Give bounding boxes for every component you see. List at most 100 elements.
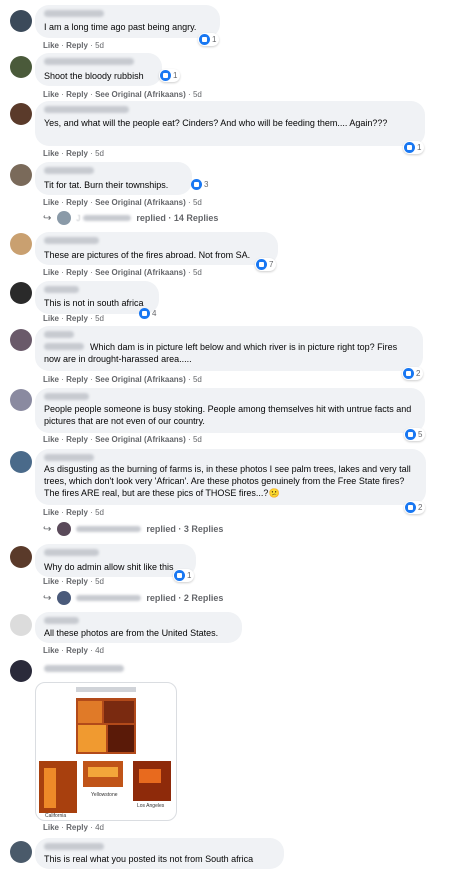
reply-link[interactable]: Reply: [66, 646, 88, 655]
avatar[interactable]: [10, 233, 32, 255]
avatar[interactable]: [10, 451, 32, 473]
reply-link[interactable]: Reply: [66, 314, 88, 323]
reaction-count[interactable]: 1: [198, 33, 220, 46]
replier-name: [83, 215, 132, 221]
collage-header: [76, 687, 136, 692]
timestamp[interactable]: 5d: [193, 90, 202, 99]
reply-link[interactable]: Reply: [66, 41, 88, 50]
comment-actions: Like · Reply · 5d: [43, 41, 104, 50]
like-link[interactable]: Like: [43, 577, 59, 586]
timestamp[interactable]: 5d: [193, 198, 202, 207]
commenter-name[interactable]: [44, 843, 104, 850]
timestamp[interactable]: 5d: [95, 314, 104, 323]
replies-count: replied · 2 Replies: [146, 593, 224, 603]
avatar[interactable]: [10, 10, 32, 32]
like-link[interactable]: Like: [43, 41, 59, 50]
timestamp[interactable]: 5d: [95, 577, 104, 586]
like-link[interactable]: Like: [43, 375, 59, 384]
like-link[interactable]: Like: [43, 435, 59, 444]
reaction-count[interactable]: 1: [173, 569, 195, 582]
like-link[interactable]: Like: [43, 314, 59, 323]
reply-arrow-icon: ↪: [43, 592, 52, 604]
reply-link[interactable]: Reply: [66, 375, 88, 384]
comment-text: I am a long time ago past being angry.: [44, 22, 197, 32]
like-link[interactable]: Like: [43, 149, 59, 158]
avatar[interactable]: [10, 546, 32, 568]
reaction-count[interactable]: 2: [404, 501, 426, 514]
avatar[interactable]: [10, 103, 32, 125]
like-link[interactable]: Like: [43, 508, 59, 517]
comment-bubble: I am a long time ago past being angry. 1: [35, 5, 220, 46]
commenter-name[interactable]: [44, 286, 79, 293]
commenter-name[interactable]: [44, 665, 124, 672]
commenter-name[interactable]: [44, 237, 99, 244]
reply-link[interactable]: Reply: [66, 435, 88, 444]
fire-photo-collage: [39, 687, 171, 813]
see-original-link[interactable]: See Original (Afrikaans): [95, 375, 186, 384]
like-link[interactable]: Like: [43, 198, 59, 207]
view-replies[interactable]: ↪ J replied · 14 Replies: [43, 211, 218, 225]
timestamp[interactable]: 5d: [95, 508, 104, 517]
like-link[interactable]: Like: [43, 823, 59, 832]
commenter-name[interactable]: [44, 106, 129, 113]
reply-link[interactable]: Reply: [66, 149, 88, 158]
like-link[interactable]: Like: [43, 90, 59, 99]
reply-link[interactable]: Reply: [66, 823, 88, 832]
commenter-name[interactable]: [44, 331, 74, 338]
avatar[interactable]: [10, 614, 32, 636]
comment-text: These are pictures of the fires abroad. …: [44, 250, 251, 260]
attached-image[interactable]: California Yellowstone Los Angeles: [35, 682, 177, 821]
view-replies[interactable]: ↪ replied · 3 Replies: [43, 522, 223, 536]
avatar[interactable]: [10, 56, 32, 78]
commenter-name[interactable]: [44, 454, 94, 461]
like-link[interactable]: Like: [43, 646, 59, 655]
commenter-name[interactable]: [44, 393, 89, 400]
reaction-count[interactable]: 3: [191, 179, 208, 190]
see-original-link[interactable]: See Original (Afrikaans): [95, 268, 186, 277]
avatar[interactable]: [10, 389, 32, 411]
commenter-name[interactable]: [44, 58, 134, 65]
commenter-name[interactable]: [44, 167, 94, 174]
timestamp[interactable]: 5d: [193, 435, 202, 444]
commenter-name[interactable]: [44, 10, 104, 17]
comment-text: Tit for tat. Burn their townships.: [44, 180, 169, 190]
see-original-link[interactable]: See Original (Afrikaans): [95, 435, 186, 444]
reaction-count[interactable]: 1: [403, 141, 425, 154]
comment-bubble: People people someone is busy stoking. P…: [35, 388, 426, 441]
avatar[interactable]: [10, 841, 32, 863]
timestamp[interactable]: 5d: [95, 149, 104, 158]
reaction-count[interactable]: 5: [404, 428, 426, 441]
timestamp[interactable]: 4d: [95, 823, 104, 832]
like-reaction-icon: [174, 570, 185, 581]
reply-link[interactable]: Reply: [66, 268, 88, 277]
timestamp[interactable]: 4d: [95, 646, 104, 655]
like-link[interactable]: Like: [43, 268, 59, 277]
commenter-name[interactable]: [44, 617, 79, 624]
like-reaction-icon: [405, 429, 416, 440]
reaction-count[interactable]: 2: [402, 367, 424, 380]
commenter-name[interactable]: [44, 549, 99, 556]
reply-link[interactable]: Reply: [66, 577, 88, 586]
avatar[interactable]: [10, 164, 32, 186]
reaction-count[interactable]: 7: [255, 258, 277, 271]
reply-link[interactable]: Reply: [66, 198, 88, 207]
comment-actions: Like · Reply · See Original (Afrikaans) …: [43, 90, 202, 99]
see-original-link[interactable]: See Original (Afrikaans): [95, 90, 186, 99]
collage-sub-photo: [78, 701, 102, 723]
timestamp[interactable]: 5d: [193, 375, 202, 384]
timestamp[interactable]: 5d: [193, 268, 202, 277]
reply-link[interactable]: Reply: [66, 508, 88, 517]
comment-bubble: Why do admin allow shit like this 1: [35, 544, 196, 582]
view-replies[interactable]: ↪ replied · 2 Replies: [43, 591, 223, 605]
see-original-link[interactable]: See Original (Afrikaans): [95, 198, 186, 207]
timestamp[interactable]: 5d: [95, 41, 104, 50]
reaction-count[interactable]: 4: [139, 308, 156, 319]
comment-actions: Like · Reply · 5d: [43, 508, 104, 517]
reply-link[interactable]: Reply: [66, 90, 88, 99]
avatar[interactable]: [10, 282, 32, 304]
reaction-count[interactable]: 1: [159, 69, 181, 82]
avatar[interactable]: [10, 660, 32, 682]
replier-avatar: [57, 591, 72, 605]
avatar[interactable]: [10, 329, 32, 351]
replies-count: replied · 14 Replies: [136, 213, 219, 223]
